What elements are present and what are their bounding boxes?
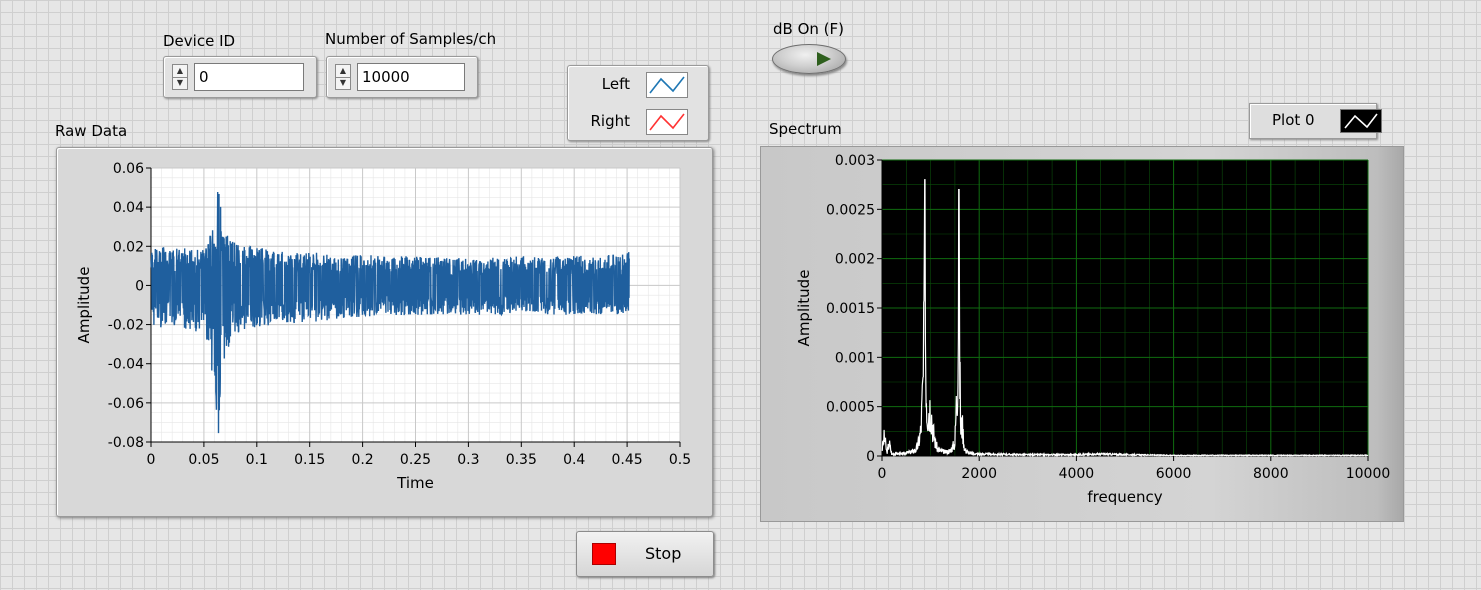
y-tick-label: 0.0025 [826, 202, 875, 218]
legend-item-left[interactable]: Left [568, 69, 708, 99]
db-toggle-button[interactable] [772, 44, 846, 74]
raw-data-plot[interactable]: 0 0.05 0.1 0.15 0.2 0.25 0.3 0.35 0.4 0.45 0.5 0.06… [57, 148, 712, 516]
x-axis-label: frequency [1087, 488, 1162, 506]
db-toggle-label: dB On (F) [773, 20, 844, 38]
legend-label-right: Right [590, 112, 631, 130]
x-tick-label: 0.2 [351, 452, 373, 468]
y-tick-label: 0.02 [113, 239, 144, 255]
x-tick-label: 6000 [1156, 466, 1192, 482]
y-tick-label: 0.0005 [826, 400, 875, 416]
device-id-control: ▲ ▼ 0 [163, 56, 317, 98]
y-axis-label: Amplitude [795, 270, 813, 347]
line-sample-icon [646, 72, 688, 98]
stop-button[interactable]: Stop [576, 531, 714, 577]
x-tick-label: 0.1 [246, 452, 268, 468]
x-tick-label: 0.05 [188, 452, 219, 468]
y-tick-label: 0.04 [113, 200, 144, 216]
legend-label-left: Left [601, 75, 630, 93]
x-tick-label: 0 [147, 452, 156, 468]
led-indicator-icon [817, 52, 831, 66]
spectrum-legend[interactable]: Plot 0 [1249, 103, 1382, 139]
y-tick-label: 0.06 [113, 161, 144, 177]
x-tick-label: 0.35 [506, 452, 537, 468]
y-tick-label: 0 [866, 449, 875, 465]
device-id-spinner[interactable]: ▲ ▼ [172, 64, 188, 90]
x-tick-label: 8000 [1253, 466, 1289, 482]
x-tick-label: 0.45 [612, 452, 643, 468]
raw-data-title: Raw Data [55, 122, 128, 140]
y-tick-label: 0.003 [835, 153, 875, 169]
x-tick-label: 0 [878, 466, 887, 482]
y-axis-label: Amplitude [75, 267, 93, 344]
raw-data-graph: 0 0.05 0.1 0.15 0.2 0.25 0.3 0.35 0.4 0.45 0.5 0.06… [56, 147, 713, 517]
x-tick-label: 4000 [1059, 466, 1095, 482]
x-axis-label: Time [396, 474, 434, 492]
spectrum-graph: 0 2000 4000 6000 8000 10000 0.003 0.0025 0.002 0.… [760, 146, 1404, 522]
spectrum-plot[interactable]: 0 2000 4000 6000 8000 10000 0.003 0.0025 0.002 0.… [761, 147, 1403, 521]
x-tick-label: 0.25 [400, 452, 431, 468]
y-tick-label: -0.04 [108, 357, 144, 373]
line-sample-icon [1340, 109, 1382, 133]
x-tick-label: 2000 [961, 466, 997, 482]
spectrum-title: Spectrum [769, 120, 842, 138]
device-id-field[interactable]: 0 [194, 63, 304, 91]
line-sample-icon [646, 109, 688, 135]
y-tick-label: -0.06 [108, 396, 144, 412]
stop-icon [592, 543, 616, 565]
samples-label: Number of Samples/ch [325, 30, 497, 48]
x-tick-label: 0.4 [563, 452, 585, 468]
x-tick-label: 10000 [1346, 466, 1391, 482]
y-tick-label: 0.002 [835, 252, 875, 268]
legend-item-right[interactable]: Right [568, 106, 708, 136]
x-tick-label: 0.15 [294, 452, 325, 468]
y-tick-label: 0 [135, 278, 144, 294]
spectrum-legend-label: Plot 0 [1272, 111, 1315, 129]
y-tick-label: 0.001 [835, 350, 875, 366]
y-tick-label: 0.0015 [826, 301, 875, 317]
chevron-down-icon[interactable]: ▼ [173, 77, 187, 89]
chevron-down-icon[interactable]: ▼ [336, 77, 350, 89]
y-tick-label: -0.08 [108, 435, 144, 451]
x-tick-label: 0.5 [669, 452, 691, 468]
y-tick-label: -0.02 [108, 318, 144, 334]
samples-field[interactable]: 10000 [357, 63, 465, 91]
stop-button-label: Stop [645, 544, 682, 563]
samples-spinner[interactable]: ▲ ▼ [335, 64, 351, 90]
raw-data-legend: Left Right [567, 65, 709, 141]
samples-control: ▲ ▼ 10000 [326, 56, 478, 98]
x-tick-label: 0.3 [457, 452, 479, 468]
device-id-label: Device ID [163, 32, 236, 50]
